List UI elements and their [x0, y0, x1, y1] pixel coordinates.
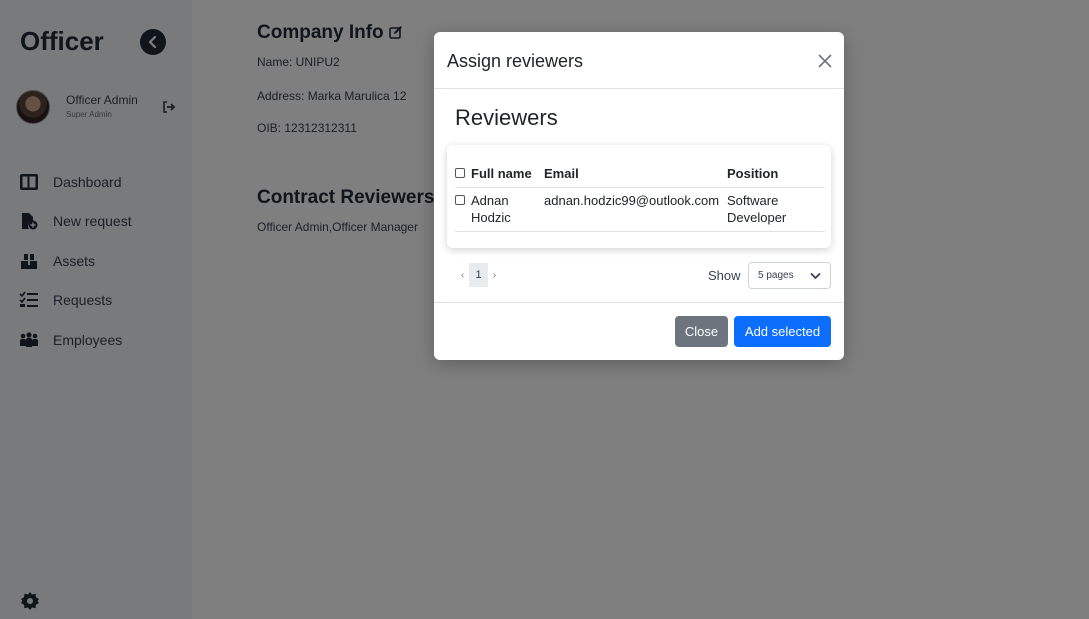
cell-email: adnan.hodzic99@outlook.com — [544, 187, 727, 232]
cell-position: Software Developer — [727, 187, 825, 232]
table-header-row: Full name Email Position — [455, 161, 825, 188]
table-row: Adnan Hodzic adnan.hodzic99@outlook.com S… — [455, 187, 825, 232]
add-selected-button[interactable]: Add selected — [734, 316, 831, 347]
modal-footer-divider — [434, 302, 844, 303]
reviewers-heading: Reviewers — [455, 105, 558, 130]
column-header-label: Full name — [471, 166, 532, 182]
chevron-down-icon — [810, 272, 821, 280]
full-name-text: Adnan Hodzic — [471, 192, 511, 226]
close-icon[interactable] — [816, 52, 834, 70]
modal-title: Assign reviewers — [447, 51, 584, 71]
cell-full-name: Adnan Hodzic — [455, 187, 544, 232]
name-cell: Adnan Hodzic — [455, 192, 544, 226]
row-select-checkbox[interactable] — [455, 194, 465, 205]
show-label: Show — [708, 268, 741, 283]
pagination: ‹ 1 › — [456, 263, 501, 287]
page-size-value: 5 pages — [758, 270, 794, 281]
page-size-select[interactable]: 5 pages — [748, 262, 831, 289]
close-button[interactable]: Close — [675, 316, 728, 347]
modal-header: Assign reviewers — [434, 32, 844, 89]
position-line-1: Software — [727, 192, 779, 208]
position-line-2: Developer — [727, 209, 787, 225]
page-number-button[interactable]: 1 — [469, 263, 488, 287]
first-name: Adnan — [471, 192, 509, 208]
column-header-email: Email — [544, 161, 727, 188]
next-page-button[interactable]: › — [488, 270, 501, 281]
assign-reviewers-modal: Assign reviewers Reviewers Full name Ema… — [434, 32, 844, 360]
column-header-position: Position — [727, 161, 825, 188]
last-name: Hodzic — [471, 209, 511, 225]
reviewers-table-card: Full name Email Position Adnan Hodzic adn… — [447, 145, 831, 248]
prev-page-button[interactable]: ‹ — [456, 270, 469, 281]
reviewers-table: Full name Email Position Adnan Hodzic adn… — [455, 161, 825, 232]
select-all-checkbox[interactable] — [455, 168, 465, 179]
column-header-full-name: Full name — [455, 161, 544, 188]
